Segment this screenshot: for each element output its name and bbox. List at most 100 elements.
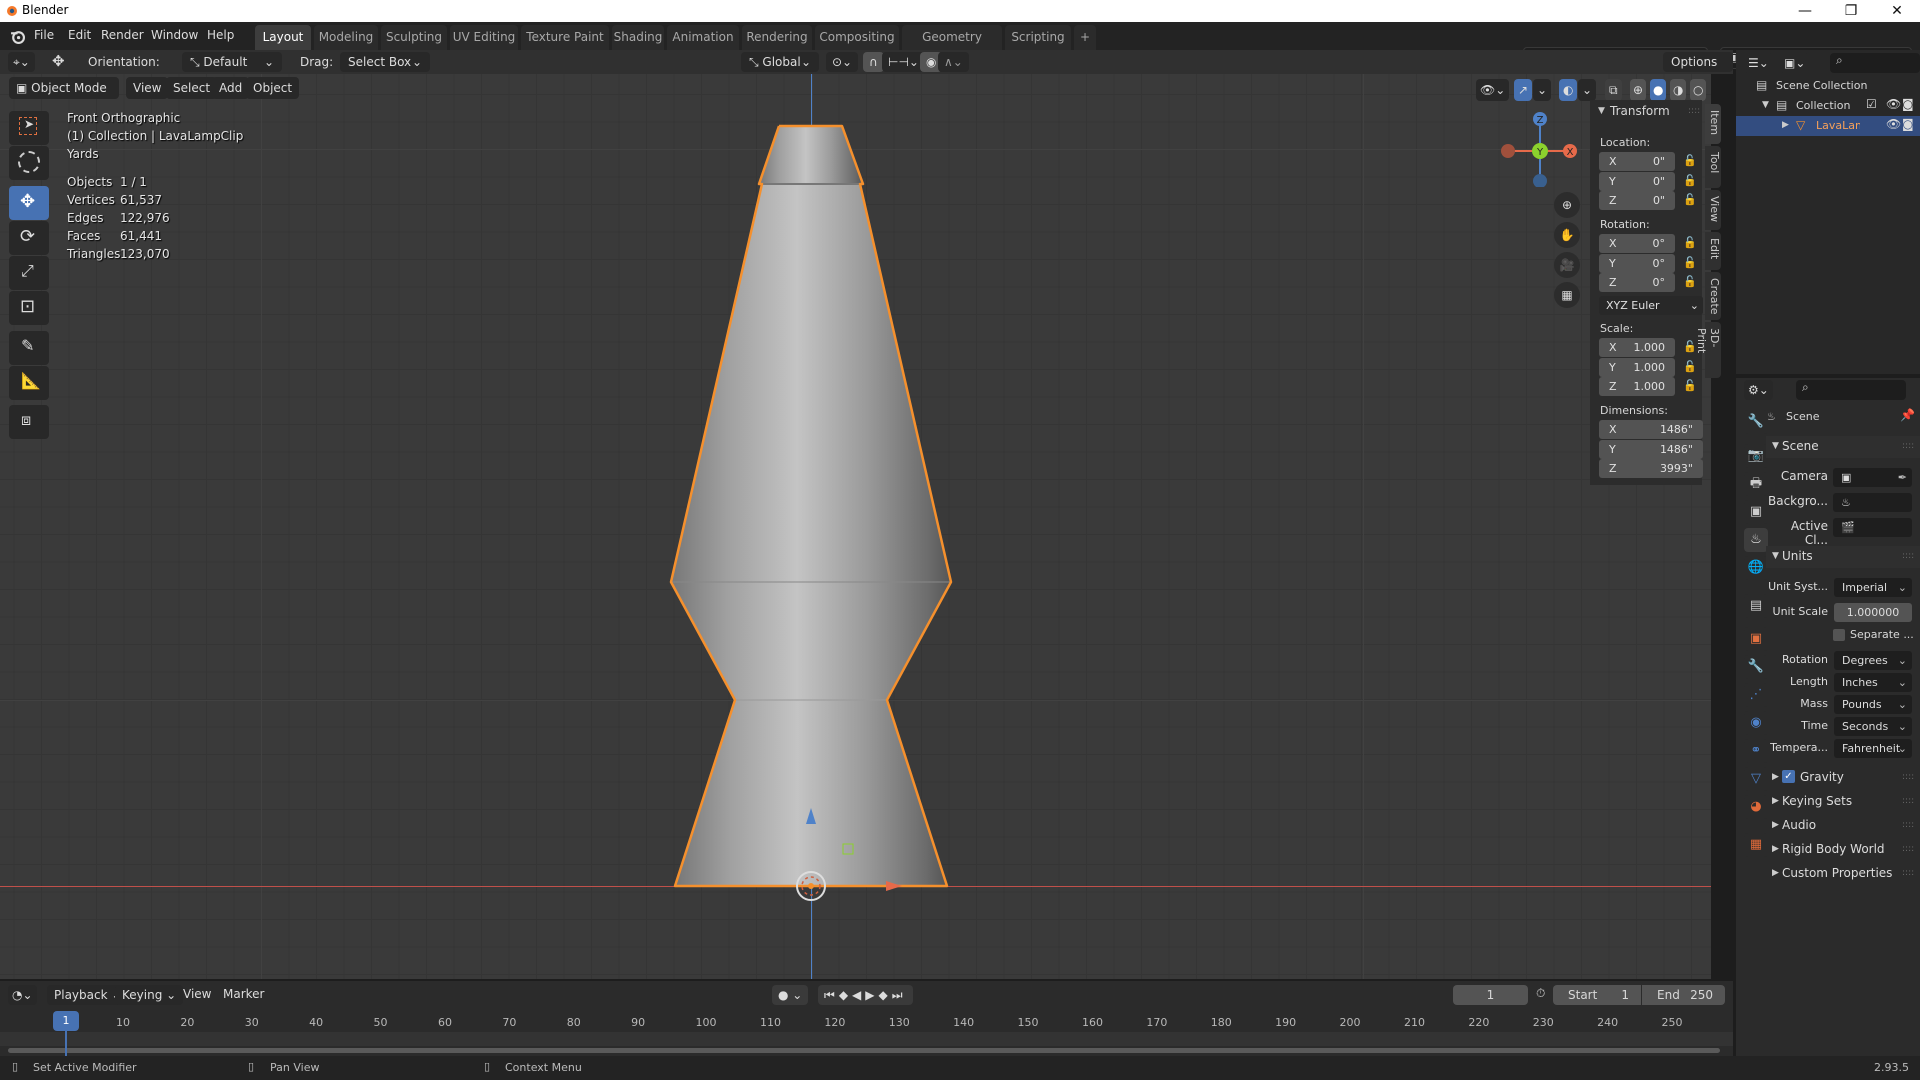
length-dropdown[interactable]: Inches ⌄ xyxy=(1834,673,1912,692)
temperature-dropdown[interactable]: Fahrenheit ⌄ xyxy=(1834,739,1912,758)
workspace-tab[interactable]: Rendering xyxy=(742,25,812,50)
mass-dropdown[interactable]: Pounds ⌄ xyxy=(1834,695,1912,714)
drag-grip-icon[interactable]: :::: xyxy=(1902,796,1914,806)
transform-panel-title[interactable]: Transform xyxy=(1610,104,1670,118)
expand-triangle-icon[interactable]: ▶ xyxy=(1782,120,1789,130)
time-dropdown[interactable]: Seconds ⌄ xyxy=(1834,717,1912,736)
pivot-point-dropdown[interactable]: ⊙⌄ xyxy=(826,52,859,72)
material-icon[interactable]: ◕ xyxy=(1744,795,1768,819)
physics-icon[interactable]: ◉ xyxy=(1744,711,1768,735)
menu-help[interactable]: Help xyxy=(207,28,234,42)
timeline-tracks[interactable] xyxy=(0,1032,1733,1046)
outliner-row-collection[interactable]: ▼ ▤ Collection ☑ 👁 ◙ xyxy=(1736,96,1920,116)
lock-icon[interactable]: 🔓 xyxy=(1683,154,1697,167)
display-mode-dropdown[interactable]: ☰⌄ xyxy=(1744,53,1773,73)
collapse-triangle-icon[interactable]: ▼ xyxy=(1598,106,1605,116)
sidebar-tab-create[interactable]: Create xyxy=(1705,272,1721,320)
workspace-tab[interactable]: Sculpting xyxy=(381,25,447,50)
gizmo-neg-z-axis[interactable] xyxy=(1533,174,1547,187)
cursor-tool[interactable] xyxy=(9,146,49,180)
annotate-tool[interactable]: ✎ xyxy=(9,331,49,365)
play-reverse-icon[interactable]: ◀ xyxy=(852,988,865,1002)
constraints-icon[interactable]: ⚭ xyxy=(1744,739,1768,763)
scale-z-field[interactable]: Z 1.000 xyxy=(1599,377,1675,396)
separate-units-checkbox[interactable] xyxy=(1833,629,1845,641)
scale-tool[interactable]: ⤢ xyxy=(9,256,49,290)
tool-icon[interactable]: 🔧 xyxy=(1744,410,1768,434)
prev-keyframe-icon[interactable]: ◆ xyxy=(839,988,852,1002)
data-icon[interactable]: ▽ xyxy=(1744,767,1768,791)
location-x-field[interactable]: X 0" xyxy=(1599,152,1675,171)
rotation-dropdown[interactable]: Degrees ⌄ xyxy=(1834,651,1912,670)
menu-edit[interactable]: Edit xyxy=(68,28,91,42)
jump-start-icon[interactable]: ⏮ xyxy=(824,988,839,1002)
workspace-tab[interactable]: Modeling xyxy=(314,25,378,50)
dimensions-x-field[interactable]: X 1486" xyxy=(1599,420,1703,439)
outliner-row-scene-collection[interactable]: ▤ Scene Collection xyxy=(1736,76,1920,96)
menu-window[interactable]: Window xyxy=(151,28,198,42)
eye-icon[interactable]: 👁 xyxy=(1886,97,1901,111)
sidebar-tab-edit[interactable]: Edit xyxy=(1705,232,1721,270)
camera-field[interactable]: ▣ ✒ xyxy=(1833,468,1912,487)
current-frame-field[interactable]: 1 xyxy=(1453,985,1528,1005)
timeline-view-menu[interactable]: View xyxy=(183,987,211,1001)
rotation-mode-dropdown[interactable]: XYZ Euler ⌄ xyxy=(1599,296,1703,315)
exclude-checkbox[interactable]: ☑ xyxy=(1866,97,1877,111)
camera-render-icon[interactable]: ◙ xyxy=(1902,117,1914,131)
editor-type-dropdown[interactable]: ◔⌄ xyxy=(8,985,37,1005)
dimensions-y-field[interactable]: Y 1486" xyxy=(1599,439,1703,459)
tool-settings-icon[interactable]: ⌖⌄ xyxy=(8,52,35,72)
properties-search-input[interactable]: ⌕ xyxy=(1796,380,1906,400)
unit-system-dropdown[interactable]: Imperial ⌄ xyxy=(1834,578,1912,597)
filter-dropdown[interactable]: ▣⌄ xyxy=(1780,53,1810,73)
modifier-icon[interactable]: 🔧 xyxy=(1744,655,1768,679)
workspace-tab[interactable]: Animation xyxy=(667,25,739,50)
section-rigid-body-world[interactable]: ▶ Rigid Body World:::: xyxy=(1766,839,1920,861)
scene-icon[interactable]: ♨ xyxy=(1744,528,1768,552)
active-clip-field[interactable]: 🎬 xyxy=(1833,518,1912,537)
location-z-field[interactable]: Z 0" xyxy=(1599,191,1675,210)
collection-icon[interactable]: ▤ xyxy=(1744,594,1768,618)
camera-view-icon[interactable]: 🎥 xyxy=(1554,252,1580,278)
world-icon[interactable]: 🌐 xyxy=(1744,556,1768,580)
options-dropdown[interactable]: Options ⌄ xyxy=(1663,52,1733,89)
background-scene-field[interactable]: ♨ xyxy=(1833,493,1912,512)
drag-grip-icon[interactable]: :::: xyxy=(1902,844,1914,854)
workspace-tab[interactable]: UV Editing xyxy=(450,25,518,50)
object-icon[interactable]: ▣ xyxy=(1744,627,1768,651)
jump-end-icon[interactable]: ⏭ xyxy=(892,988,907,1002)
3d-viewport[interactable]: ▣ Object Mode ⌄ View Select Add Object 👁… xyxy=(0,74,1711,979)
end-frame-field[interactable]: End 250 xyxy=(1642,985,1725,1005)
gravity-checkbox[interactable]: ✓ xyxy=(1782,770,1795,783)
location-y-field[interactable]: Y 0" xyxy=(1599,171,1675,191)
rotation-y-field[interactable]: Y 0° xyxy=(1599,253,1675,273)
start-frame-field[interactable]: Start 1 xyxy=(1553,985,1641,1005)
close-button[interactable]: ✕ xyxy=(1874,0,1920,22)
workspace-tab[interactable]: Compositing xyxy=(815,25,899,50)
snap-toggle[interactable]: ∩ xyxy=(863,52,884,72)
units-section-header[interactable]: ▼ Units :::: xyxy=(1766,546,1920,568)
scene-section-header[interactable]: ▼ Scene :::: xyxy=(1766,436,1920,458)
eye-icon[interactable]: 👁 xyxy=(1886,117,1901,131)
gizmo-x-axis[interactable]: X xyxy=(1562,143,1578,159)
lock-icon[interactable]: 🔓 xyxy=(1683,174,1697,187)
stopwatch-icon[interactable]: ⏱ xyxy=(1536,986,1545,1001)
snap-increment-dropdown[interactable]: ⊢⊣⌄ xyxy=(882,52,925,72)
section-gravity[interactable]: ▶ ✓ Gravity:::: xyxy=(1766,767,1920,789)
lock-icon[interactable]: 🔓 xyxy=(1683,193,1697,206)
lock-icon[interactable]: 🔓 xyxy=(1683,340,1697,353)
menu-render[interactable]: Render xyxy=(101,28,144,42)
navigation-gizmo[interactable]: Z Y xyxy=(1490,107,1570,187)
camera-render-icon[interactable]: ◙ xyxy=(1902,97,1914,111)
proportional-falloff-dropdown[interactable]: ∧⌄ xyxy=(938,52,969,72)
marker-menu[interactable]: Marker xyxy=(223,987,264,1001)
drag-grip-icon[interactable]: :::: xyxy=(1902,820,1914,830)
outliner-row-lavalampclip[interactable]: ▶ ▽ LavaLampClip 👁 ◙ xyxy=(1736,116,1920,136)
section-keying-sets[interactable]: ▶ Keying Sets:::: xyxy=(1766,791,1920,813)
perspective-toggle-icon[interactable]: ▦ xyxy=(1554,282,1580,308)
output-icon[interactable]: 🖶 xyxy=(1744,472,1768,496)
drag-grip-icon[interactable]: :::: xyxy=(1902,551,1914,561)
play-icon[interactable]: ▶ xyxy=(865,988,878,1002)
drag-grip-icon[interactable]: :::: xyxy=(1688,106,1700,116)
lock-icon[interactable]: 🔓 xyxy=(1683,275,1697,288)
